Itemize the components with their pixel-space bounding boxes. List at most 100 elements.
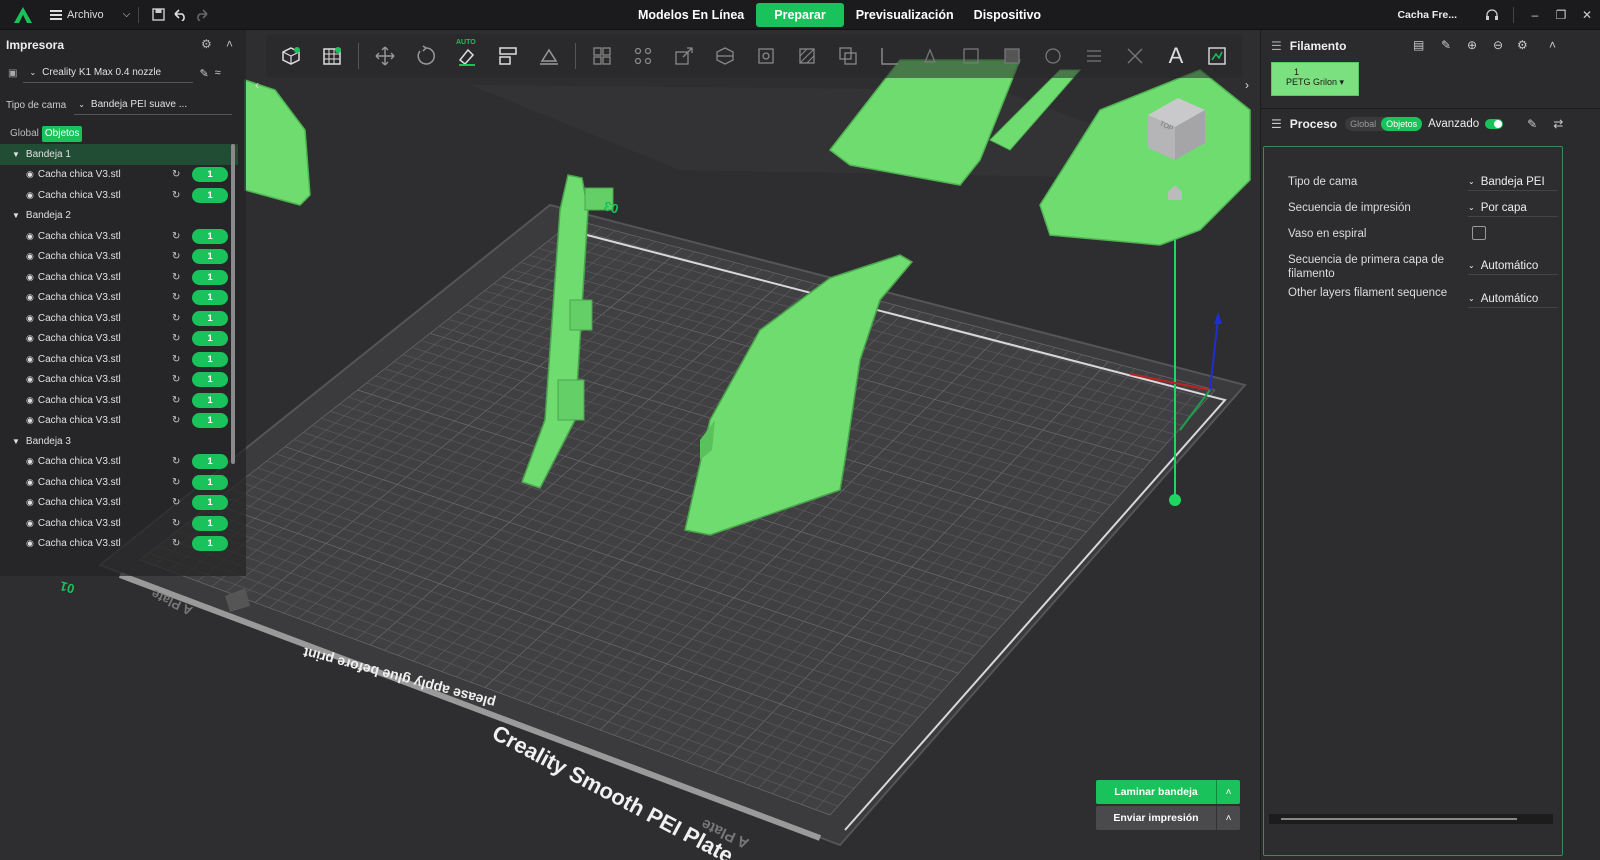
wifi-icon[interactable]: ≈	[215, 67, 221, 79]
object-row[interactable]: ◉ Cacha chica V3.stl ↻ 1	[0, 267, 238, 288]
object-count-badge[interactable]: 1	[192, 392, 228, 408]
restore-icon[interactable]: ❐	[1548, 0, 1574, 30]
object-row[interactable]: ◉ Cacha chica V3.stl ↻ 1	[0, 370, 238, 391]
object-count-badge[interactable]: 1	[192, 290, 228, 306]
visibility-eye-icon[interactable]: ◉	[26, 497, 34, 508]
advanced-toggle[interactable]	[1485, 118, 1504, 129]
collapse-filament-icon[interactable]: ˄	[1549, 38, 1556, 52]
expand-triangle-icon[interactable]: ▼	[12, 150, 20, 159]
variable-layer-icon[interactable]	[993, 37, 1031, 75]
visibility-eye-icon[interactable]: ◉	[26, 292, 34, 303]
visibility-eye-icon[interactable]: ◉	[26, 518, 34, 529]
expand-triangle-icon[interactable]: ▼	[12, 211, 20, 220]
printer-select[interactable]: ⌄ Creality K1 Max 0.4 nozzle	[23, 63, 194, 83]
add-filament-icon[interactable]: ⊕	[1467, 38, 1477, 52]
object-count-badge[interactable]: 1	[192, 310, 228, 326]
tab-prepare[interactable]: Preparar	[756, 3, 844, 27]
brim-ears-icon[interactable]	[1116, 37, 1154, 75]
object-count-badge[interactable]: 1	[192, 187, 228, 203]
object-row[interactable]: ◉ Cacha chica V3.stl ↻ 1	[0, 472, 238, 493]
visibility-eye-icon[interactable]: ◉	[26, 333, 34, 344]
process-tab-objects[interactable]: Objetos	[1381, 116, 1423, 131]
support-headset-icon[interactable]	[1479, 0, 1505, 30]
send-options-chevron-icon[interactable]: ˄	[1216, 806, 1240, 830]
slice-options-chevron-icon[interactable]: ˄	[1216, 780, 1240, 804]
object-row[interactable]: ◉ Cacha chica V3.stl ↻ 1	[0, 165, 238, 186]
object-row[interactable]: ◉ Cacha chica V3.stl ↻ 1	[0, 308, 238, 329]
object-settings-icon[interactable]: ↻	[172, 333, 180, 344]
object-settings-icon[interactable]: ↻	[172, 169, 180, 180]
tab-online-models[interactable]: Modelos En Línea	[630, 3, 752, 27]
add-plate-icon[interactable]	[313, 37, 351, 75]
object-count-badge[interactable]: 1	[192, 474, 228, 490]
plate-group[interactable]: ▼ Bandeja 3	[0, 431, 238, 452]
filament-sync-icon[interactable]: ▤	[1413, 38, 1424, 52]
object-settings-icon[interactable]: ↻	[172, 272, 180, 283]
compare-preset-icon[interactable]: ⇄	[1553, 117, 1563, 131]
object-count-badge[interactable]: 1	[192, 515, 228, 531]
object-settings-icon[interactable]: ↻	[172, 395, 180, 406]
undo-icon[interactable]	[169, 4, 191, 26]
spiral-vase-checkbox[interactable]	[1472, 226, 1486, 240]
redo-icon[interactable]	[191, 4, 213, 26]
print-sequence-dropdown[interactable]: ⌄ Por capa	[1468, 199, 1558, 217]
object-count-badge[interactable]: 1	[192, 249, 228, 265]
object-settings-icon[interactable]: ↻	[172, 190, 180, 201]
object-tree-scrollbar[interactable]	[231, 144, 235, 464]
other-layers-sequence-dropdown[interactable]: ⌄ Automático	[1468, 290, 1558, 308]
minimize-icon[interactable]: –	[1522, 0, 1548, 30]
rotate-icon[interactable]	[407, 37, 445, 75]
seam-icon[interactable]	[952, 37, 990, 75]
visibility-eye-icon[interactable]: ◉	[26, 374, 34, 385]
toolbar-scroll-right-icon[interactable]: ›	[1242, 78, 1252, 92]
object-settings-icon[interactable]: ↻	[172, 354, 180, 365]
object-settings-icon[interactable]: ↻	[172, 374, 180, 385]
object-settings-icon[interactable]: ↻	[172, 477, 180, 488]
edit-printer-icon[interactable]: ✎	[199, 67, 208, 80]
lay-on-face-icon[interactable]	[530, 37, 568, 75]
visibility-eye-icon[interactable]: ◉	[26, 456, 34, 467]
object-settings-icon[interactable]: ↻	[172, 231, 180, 242]
tab-objects[interactable]: Objetos	[41, 126, 83, 142]
plate-group[interactable]: ▼ Bandeja 2	[0, 206, 238, 227]
hollow-icon[interactable]	[747, 37, 785, 75]
tab-device[interactable]: Dispositivo	[966, 3, 1049, 27]
paint-icon[interactable]	[911, 37, 949, 75]
bed-type-select[interactable]: ⌄ Bandeja PEI suave ...	[74, 95, 233, 115]
toolbar-scroll-left-icon[interactable]: ‹	[252, 78, 262, 92]
object-count-badge[interactable]: 1	[192, 413, 228, 429]
arrange-icon[interactable]	[489, 37, 527, 75]
object-count-badge[interactable]: 1	[192, 331, 228, 347]
object-row[interactable]: ◉ Cacha chica V3.stl ↻ 1	[0, 226, 238, 247]
object-count-badge[interactable]: 1	[192, 372, 228, 388]
support-paint-icon[interactable]	[788, 37, 826, 75]
move-icon[interactable]	[366, 37, 404, 75]
object-settings-icon[interactable]: ↻	[172, 292, 180, 303]
object-row[interactable]: ◉ Cacha chica V3.stl ↻ 1	[0, 349, 238, 370]
object-count-badge[interactable]: 1	[192, 228, 228, 244]
save-preset-icon[interactable]: ✎	[1527, 117, 1537, 131]
object-row[interactable]: ◉ Cacha chica V3.stl ↻ 1	[0, 411, 238, 432]
object-row[interactable]: ◉ Cacha chica V3.stl ↻ 1	[0, 390, 238, 411]
object-row[interactable]: ◉ Cacha chica V3.stl ↻ 1	[0, 247, 238, 268]
visibility-eye-icon[interactable]: ◉	[26, 538, 34, 549]
assembly-icon[interactable]	[1034, 37, 1072, 75]
object-settings-icon[interactable]: ↻	[172, 538, 180, 549]
filament-settings-gear-icon[interactable]: ⚙	[1517, 38, 1528, 52]
tab-global[interactable]: Global	[7, 126, 42, 142]
svg-tool-icon[interactable]	[1198, 37, 1236, 75]
visibility-eye-icon[interactable]: ◉	[26, 313, 34, 324]
object-row[interactable]: ◉ Cacha chica V3.stl ↻ 1	[0, 288, 238, 309]
visibility-eye-icon[interactable]: ◉	[26, 395, 34, 406]
object-settings-icon[interactable]: ↻	[172, 497, 180, 508]
scale-icon[interactable]	[665, 37, 703, 75]
split-objects-icon[interactable]	[583, 37, 621, 75]
object-settings-icon[interactable]: ↻	[172, 415, 180, 426]
visibility-eye-icon[interactable]: ◉	[26, 477, 34, 488]
object-count-badge[interactable]: 1	[192, 536, 228, 552]
collapse-panel-icon[interactable]: ˄	[226, 37, 233, 51]
visibility-eye-icon[interactable]: ◉	[26, 354, 34, 365]
object-settings-icon[interactable]: ↻	[172, 313, 180, 324]
measure-icon[interactable]	[870, 37, 908, 75]
visibility-eye-icon[interactable]: ◉	[26, 272, 34, 283]
